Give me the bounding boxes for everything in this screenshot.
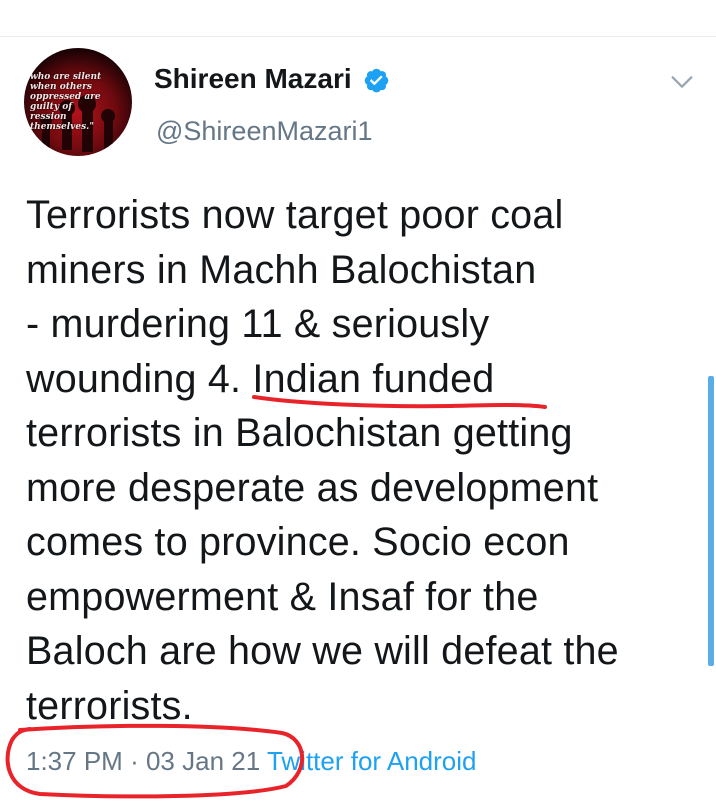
tweet-text: Terrorists now target poor coal miners i…: [26, 188, 706, 733]
avatar-caption: who are silent when others oppressed are…: [30, 72, 102, 132]
tweet-meta: 1:37 PM · 03 Jan 21 Twitter for Android: [26, 744, 477, 778]
tweet-time[interactable]: 1:37 PM: [26, 746, 123, 776]
meta-separator: ·: [130, 746, 139, 776]
avatar[interactable]: who are silent when others oppressed are…: [24, 48, 132, 156]
tweet-text-line: miners in Machh Balochistan: [26, 247, 537, 292]
tweet-text-line: wounding 4. Indian funded: [26, 356, 495, 401]
verified-badge-icon: [364, 68, 389, 93]
tweet-text-line: Terrorists now target poor coal: [26, 193, 564, 237]
tweet-text-line: more desperate as development: [26, 465, 599, 510]
tweet-text-line: terrorists in Balochistan getting: [26, 411, 573, 455]
tweet-text-line: terrorists.: [26, 683, 193, 728]
top-divider: [0, 36, 716, 37]
tweet-text-line: comes to province. Socio econ: [26, 520, 570, 564]
author-display-name[interactable]: Shireen Mazari: [154, 62, 352, 96]
tweet-text-line: empowerment & Insaf for the: [26, 574, 539, 619]
chevron-down-icon[interactable]: [668, 68, 696, 96]
scrollbar[interactable]: [708, 376, 714, 666]
tweet-text-line: Baloch are how we will defeat the: [26, 629, 619, 673]
tweet-date[interactable]: 03 Jan 21: [146, 746, 260, 776]
author-handle[interactable]: @ShireenMazari1: [156, 114, 373, 148]
tweet-source-link[interactable]: Twitter for Android: [267, 746, 477, 776]
tweet-text-line: - murdering 11 & seriously: [26, 302, 490, 346]
